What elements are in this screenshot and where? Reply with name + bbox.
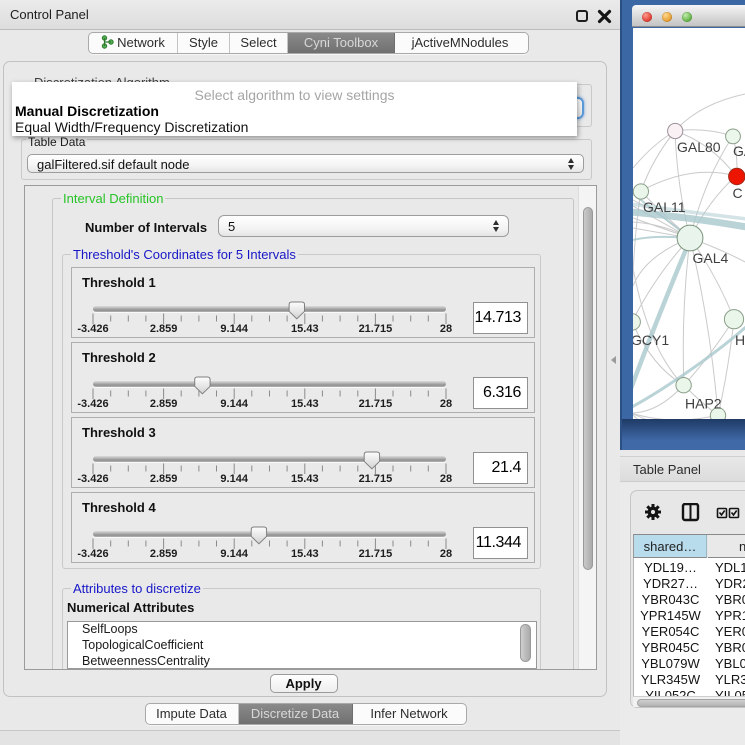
svg-text:GAL11: GAL11 [643,199,686,215]
svg-text:H: H [735,332,745,348]
svg-text:C: C [733,185,743,201]
svg-text:HAP2: HAP2 [685,396,722,412]
svg-text:GAL4: GAL4 [693,250,729,266]
svg-text:GCY1: GCY1 [633,332,669,348]
svg-text:GAL80: GAL80 [677,139,721,155]
svg-text:GA: GA [733,143,745,159]
